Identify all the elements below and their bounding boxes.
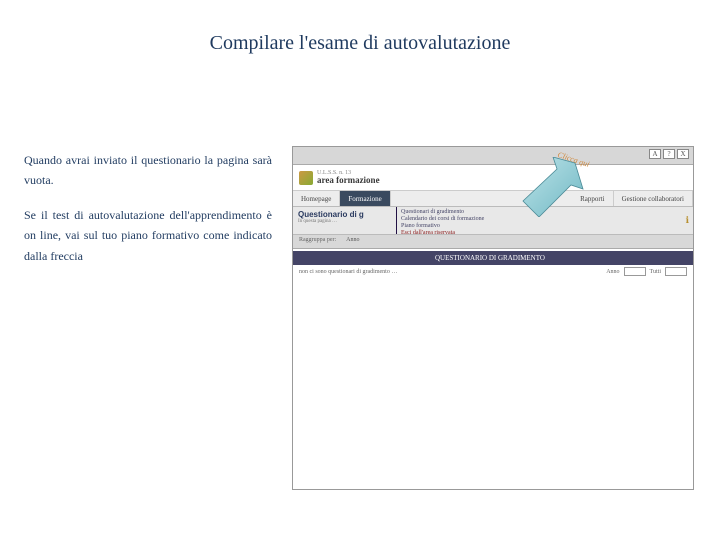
sub-nav: Questionari di gradimento Calendario dei…	[397, 207, 693, 234]
subnav-esci[interactable]: Esci dall'area riservata	[401, 230, 689, 236]
section-bar-title: QUESTIONARIO DI GRADIMENTO	[435, 254, 545, 262]
sub-header-title: Questionario di g	[298, 210, 391, 219]
logo-mark-icon	[299, 171, 313, 185]
subnav-questionari[interactable]: Questionari di gradimento	[401, 209, 689, 215]
sub-header-title-block: Questionario di g In questa pagina …	[293, 207, 397, 234]
group-by-value: Anno	[346, 237, 359, 246]
filter-year-label: Anno	[606, 269, 619, 275]
filter-all-select[interactable]	[665, 267, 687, 276]
grouping-row: Raggruppa per: Anno	[293, 235, 693, 249]
empty-message: non ci sono questionari di gradimento …	[299, 269, 397, 275]
info-icon[interactable]: ℹ	[686, 215, 689, 226]
close-control[interactable]: X	[677, 149, 689, 159]
filter-all-label: Tutti	[650, 269, 661, 275]
filter-year-select[interactable]	[624, 267, 646, 276]
paragraph-1: Quando avrai inviato il questionario la …	[24, 150, 272, 191]
embedded-screenshot: A ? X U.L.S.S. n. 13 area formazione Hom…	[292, 146, 694, 490]
logo-text: U.L.S.S. n. 13 area formazione	[317, 170, 380, 185]
tab-formazione[interactable]: Formazione	[340, 191, 390, 206]
slide-title: Compilare l'esame di autovalutazione	[0, 32, 720, 55]
main-tabs: Homepage Formazione Rapporti Gestione co…	[293, 191, 693, 207]
font-size-control[interactable]: A	[649, 149, 661, 159]
logo-row: U.L.S.S. n. 13 area formazione	[293, 165, 693, 191]
sub-header-caption: In questa pagina …	[298, 219, 391, 224]
tab-rapporti[interactable]: Rapporti	[572, 191, 614, 206]
paragraph-2: Se il test di autovalutazione dell'appre…	[24, 205, 272, 266]
help-control[interactable]: ?	[663, 149, 675, 159]
tab-gestione[interactable]: Gestione collaboratori	[614, 191, 693, 206]
instruction-text: Quando avrai inviato il questionario la …	[24, 150, 272, 280]
tab-homepage[interactable]: Homepage	[293, 191, 340, 206]
logo-title: area formazione	[317, 176, 380, 185]
group-by-label: Raggruppa per:	[299, 237, 336, 246]
titlebar-controls: A ? X	[649, 149, 689, 159]
subnav-piano[interactable]: Piano formativo	[401, 223, 689, 229]
subnav-calendario[interactable]: Calendario dei corsi di formazione	[401, 216, 689, 222]
sub-header: Questionario di g In questa pagina … Que…	[293, 207, 693, 235]
window-titlebar: A ? X	[293, 147, 693, 165]
detail-line: non ci sono questionari di gradimento … …	[293, 265, 693, 278]
slide-page: Compilare l'esame di autovalutazione Qua…	[0, 0, 720, 540]
section-bar: QUESTIONARIO DI GRADIMENTO	[293, 251, 693, 265]
